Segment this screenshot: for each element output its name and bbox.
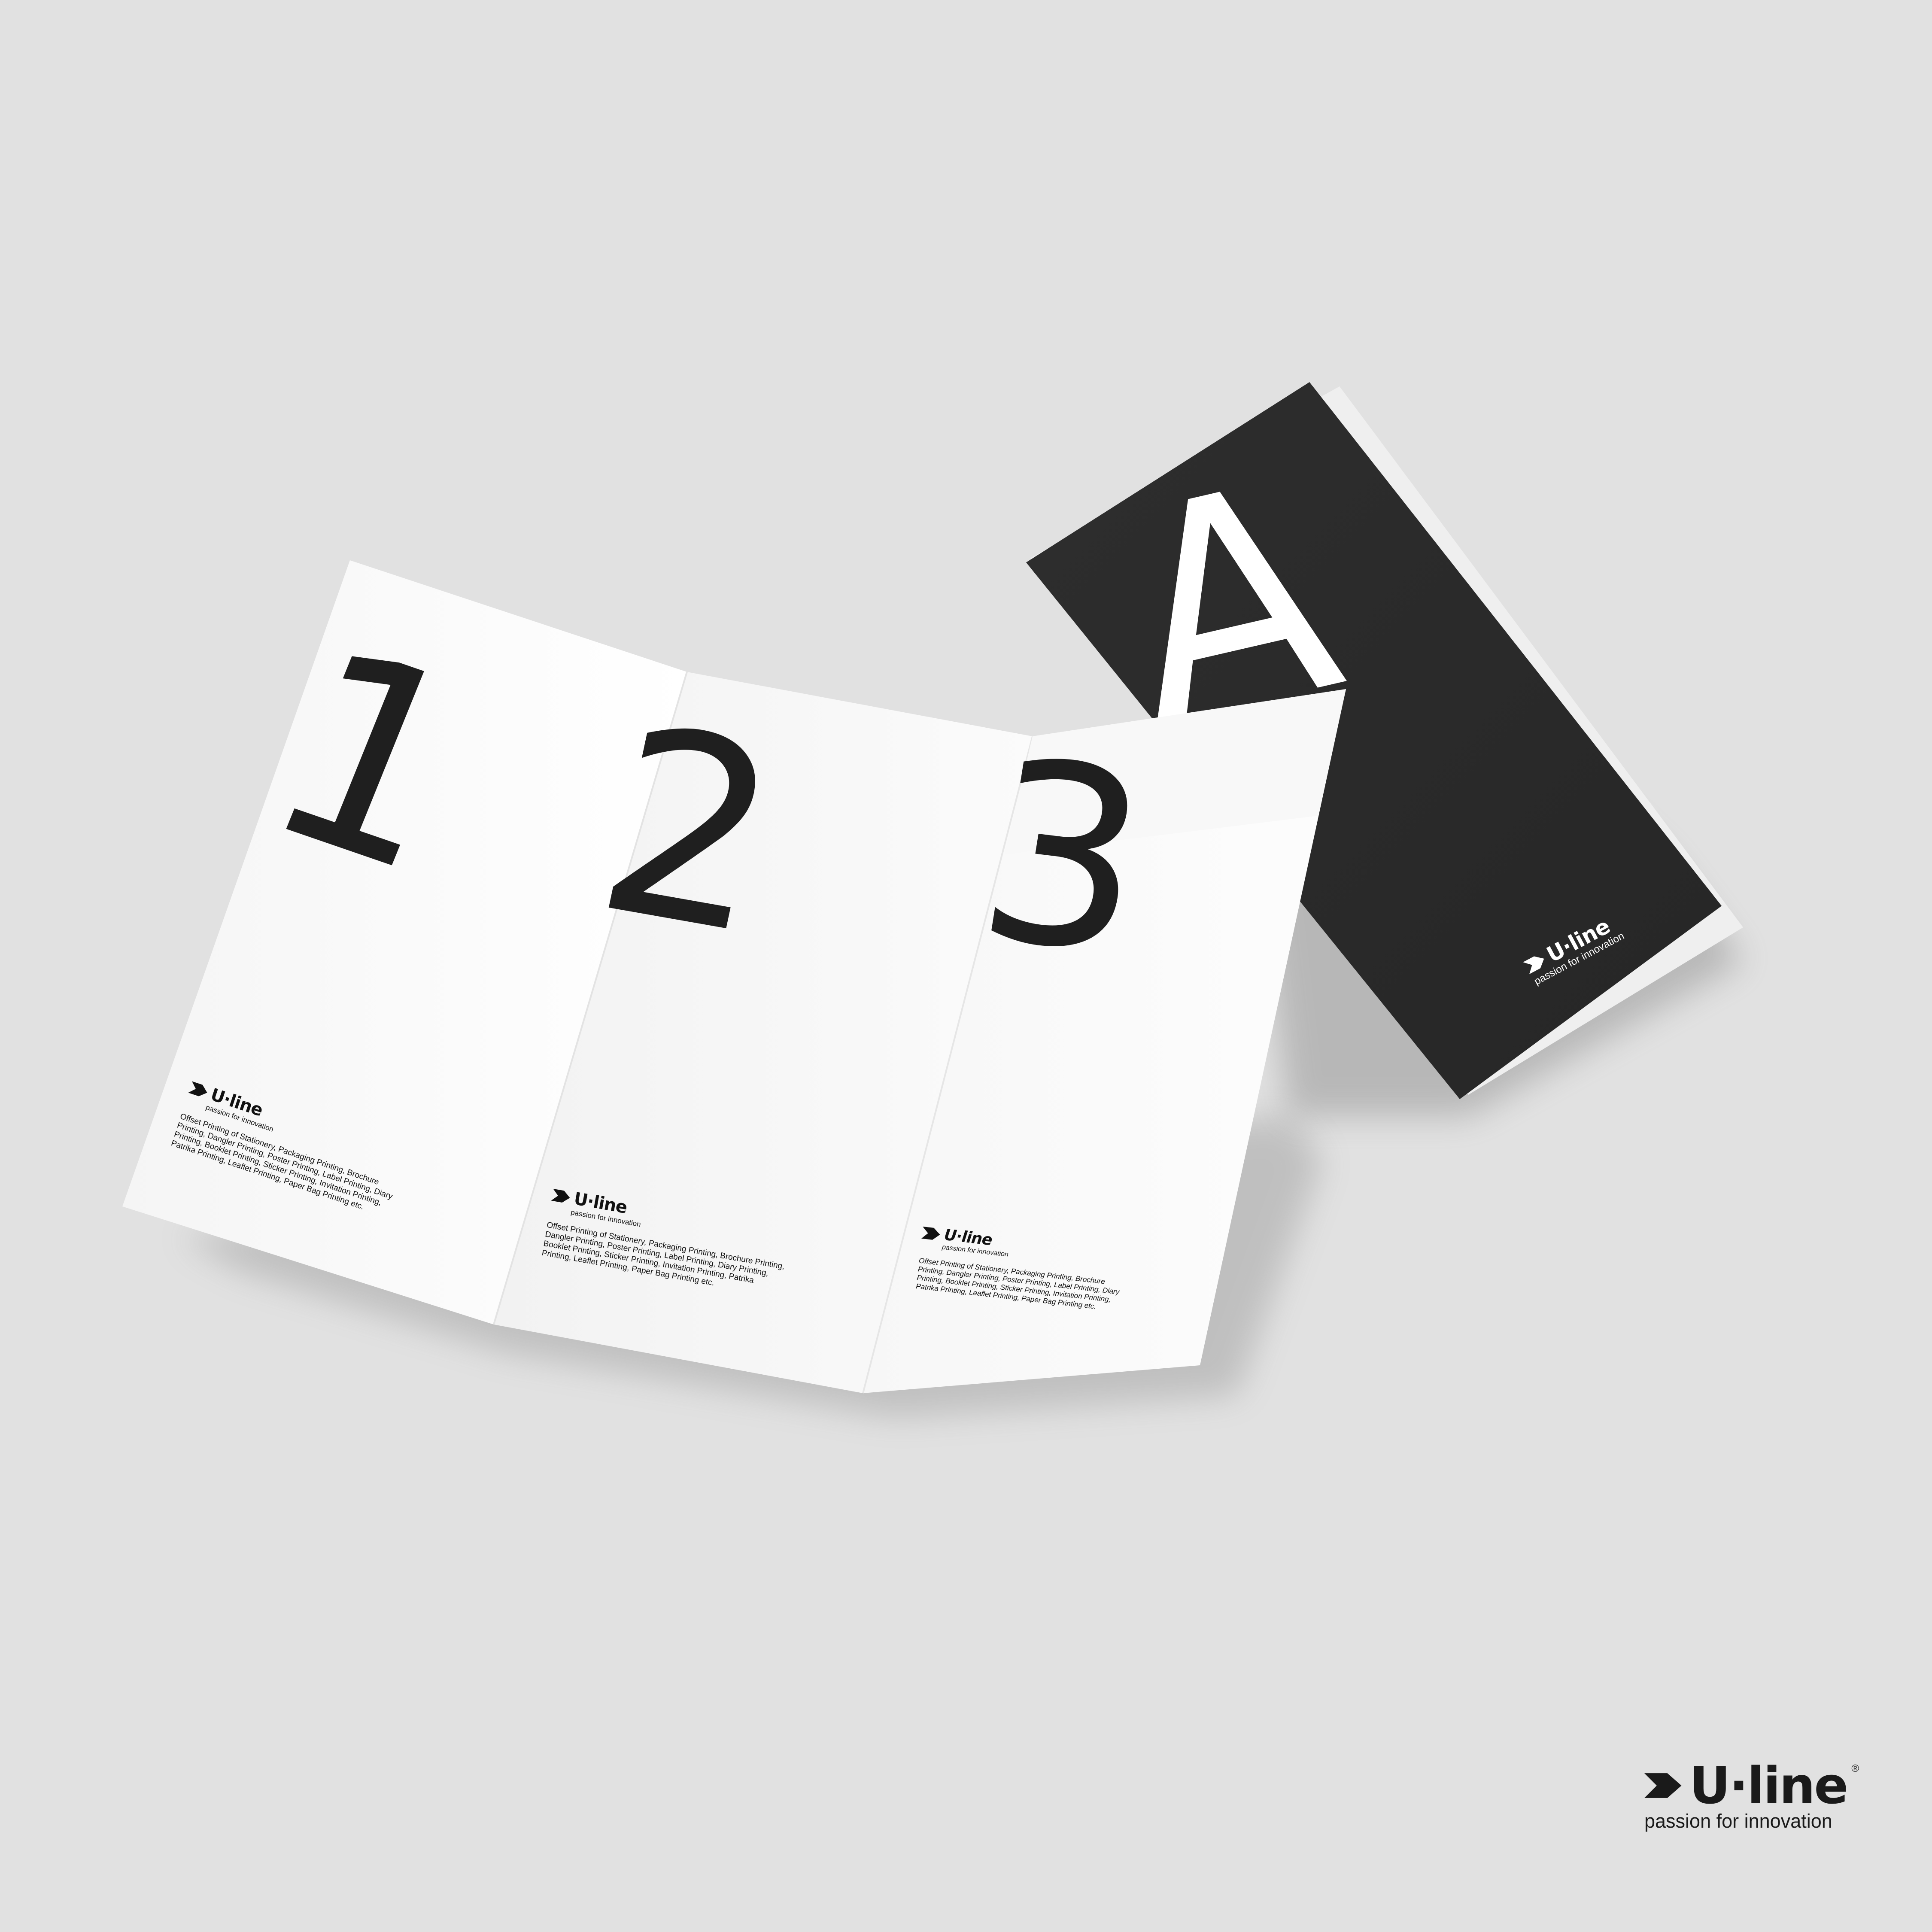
- corner-brand: U·line: [1689, 1756, 1849, 1815]
- corner-tagline: passion for innovation: [1644, 1810, 1832, 1832]
- mockup-scene: A 1 2 3 U·line passion for innovation Of…: [0, 0, 1932, 1932]
- arrow-chevron-icon: [551, 1188, 570, 1203]
- arrow-chevron-icon: [921, 1226, 940, 1240]
- arrow-chevron-icon: [1644, 1773, 1682, 1798]
- corner-brand-logo: U·line ® passion for innovation: [1644, 1760, 1859, 1832]
- arrow-chevron-icon: [188, 1081, 207, 1097]
- registered-mark: ®: [1851, 1763, 1859, 1774]
- scene-drawing: [122, 382, 1743, 1417]
